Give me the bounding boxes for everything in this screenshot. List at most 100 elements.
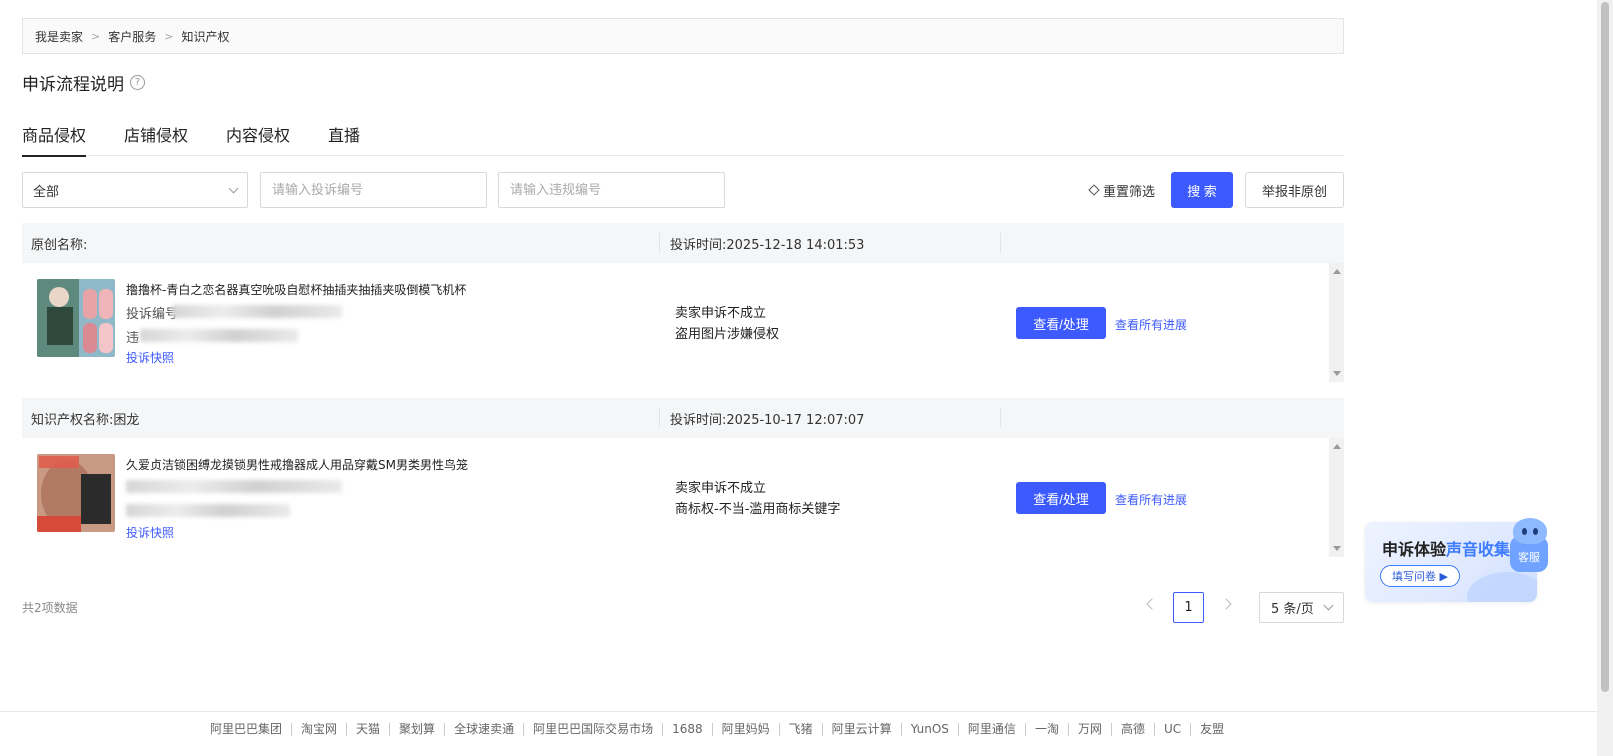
original-name: 原创名称: — [31, 237, 88, 253]
page-size-value: 5 条/页 — [1271, 602, 1314, 617]
product-thumbnail[interactable] — [37, 279, 115, 357]
page-scrollbar[interactable] — [1597, 0, 1613, 756]
survey-title-highlight: 声音收集 — [1446, 540, 1511, 559]
footer-link[interactable]: UC — [1153, 723, 1190, 736]
type-select[interactable]: 全部 — [22, 172, 248, 208]
record-scrollbar[interactable] — [1329, 438, 1344, 557]
footer-link[interactable]: 高德 — [1110, 723, 1154, 736]
footer-links: 阿里巴巴集团 淘宝网 天猫 聚划算 全球速卖通 阿里巴巴国际交易市场 1688 … — [210, 723, 1233, 736]
tab-bar: 商品侵权 店铺侵权 内容侵权 直播 — [22, 118, 1344, 157]
product-title[interactable]: 久爱贞洁锁困缚龙摸锁男性戒撸器成人用品穿戴SM男类男性鸟笼 — [126, 456, 468, 473]
reset-filter-button[interactable]: 重置筛选 — [1088, 172, 1156, 208]
scroll-up-icon[interactable] — [1333, 444, 1341, 449]
reset-filter-label: 重置筛选 — [1103, 184, 1156, 200]
robot-eye — [1533, 528, 1538, 535]
survey-title: 申诉体验声音收集 — [1382, 540, 1511, 559]
header-blank — [1000, 233, 1344, 253]
page: 我是卖家 > 客户服务 > 知识产权 申诉流程说明 ? 商品侵权 店铺侵权 内容… — [0, 0, 1613, 756]
type-select-value: 全部 — [33, 184, 60, 200]
redacted-violation-number — [140, 329, 298, 342]
chevron-down-icon — [228, 183, 239, 193]
customer-service-widget[interactable]: 客服 — [1508, 518, 1551, 574]
ip-name: 知识产权名称:困龙 — [31, 412, 140, 428]
footer-link[interactable]: YunOS — [900, 723, 958, 736]
footer-link[interactable]: 万网 — [1067, 723, 1111, 736]
footer-link[interactable]: 一淘 — [1024, 723, 1068, 736]
breadcrumb-item-seller[interactable]: 我是卖家 — [35, 28, 83, 45]
status-result: 卖家申诉不成立 — [675, 481, 767, 496]
page-size-select[interactable]: 5 条/页 — [1259, 592, 1344, 623]
complaint-snapshot-link[interactable]: 投诉快照 — [126, 524, 174, 541]
chevron-down-icon — [1323, 600, 1334, 611]
redacted-violation-number — [126, 504, 290, 517]
record-scrollbar[interactable] — [1329, 263, 1344, 382]
page-title: 申诉流程说明 ? — [22, 70, 145, 95]
view-progress-link[interactable]: 查看所有进展 — [1115, 316, 1187, 333]
complaint-time: 投诉时间:2025-10-17 12:07:07 — [659, 408, 1000, 428]
robot-eye — [1522, 528, 1527, 535]
violation-number-label: 违 — [126, 331, 140, 346]
record-header: 原创名称: 投诉时间:2025-12-18 14:01:53 — [22, 223, 1344, 263]
scroll-down-icon[interactable] — [1333, 371, 1341, 376]
robot-head-icon — [1513, 518, 1547, 544]
breadcrumb-separator: > — [164, 29, 174, 43]
redacted-complaint-number — [126, 480, 342, 493]
product-thumbnail[interactable] — [37, 454, 115, 532]
view-handle-button[interactable]: 查看/处理 — [1016, 482, 1106, 514]
total-count: 共2项数据 — [22, 601, 78, 615]
view-progress-link[interactable]: 查看所有进展 — [1115, 491, 1187, 508]
tab-store-infringement[interactable]: 店铺侵权 — [124, 118, 188, 156]
fill-survey-button[interactable]: 填写问卷 ▶ — [1380, 565, 1460, 587]
tab-live[interactable]: 直播 — [328, 118, 360, 156]
footer-link[interactable]: 阿里云计算 — [821, 723, 901, 736]
footer-link[interactable]: 天猫 — [346, 723, 389, 736]
violation-number-input[interactable] — [498, 172, 725, 208]
status-reason: 商标权-不当-滥用商标关键字 — [675, 502, 841, 517]
help-icon[interactable]: ? — [130, 75, 145, 90]
status-block: 卖家申诉不成立 商标权-不当-滥用商标关键字 — [675, 478, 840, 520]
breadcrumb-item-customer-service[interactable]: 客户服务 — [108, 28, 156, 45]
redacted-complaint-number — [172, 305, 342, 318]
page-title-text: 申诉流程说明 — [22, 75, 124, 95]
footer-link[interactable]: 聚划算 — [389, 723, 444, 736]
footer-link[interactable]: 飞猪 — [778, 723, 822, 736]
complaint-record: 知识产权名称:困龙 投诉时间:2025-10-17 12:07:07 久爱贞洁锁… — [22, 398, 1344, 557]
breadcrumb: 我是卖家 > 客户服务 > 知识产权 — [22, 18, 1344, 54]
breadcrumb-item-ip: 知识产权 — [181, 29, 230, 44]
record-body: 撸撸杯-青白之恋名器真空吮吸自慰杯抽插夹抽插夹吸倒模飞机杯 投诉编号 违 投诉快… — [22, 263, 1344, 382]
prev-page-icon[interactable] — [1146, 598, 1158, 610]
footer-link[interactable]: 全球速卖通 — [444, 723, 523, 736]
tab-product-infringement[interactable]: 商品侵权 — [22, 118, 87, 157]
scroll-down-icon[interactable] — [1333, 546, 1341, 551]
status-result: 卖家申诉不成立 — [675, 306, 767, 321]
footer-link[interactable]: 友盟 — [1190, 723, 1233, 736]
footer-link[interactable]: 阿里巴巴国际交易市场 — [523, 723, 662, 736]
decorative-bubble — [1467, 572, 1537, 602]
tab-content-infringement[interactable]: 内容侵权 — [226, 118, 290, 156]
view-handle-button[interactable]: 查看/处理 — [1016, 307, 1106, 339]
product-title[interactable]: 撸撸杯-青白之恋名器真空吮吸自慰杯抽插夹抽插夹吸倒模飞机杯 — [126, 281, 466, 298]
footer-link[interactable]: 阿里巴巴集团 — [210, 723, 291, 736]
footer: 阿里巴巴集团 淘宝网 天猫 聚划算 全球速卖通 阿里巴巴国际交易市场 1688 … — [0, 711, 1597, 756]
complaint-snapshot-link[interactable]: 投诉快照 — [126, 349, 174, 366]
next-page-icon[interactable] — [1220, 598, 1232, 610]
footer-link[interactable]: 1688 — [662, 723, 712, 736]
report-non-original-button[interactable]: 举报非原创 — [1245, 172, 1344, 208]
complaint-number-input[interactable] — [260, 172, 487, 208]
search-button[interactable]: 搜 索 — [1171, 172, 1233, 208]
header-blank — [1000, 408, 1344, 428]
complaint-number-label: 投诉编号 — [126, 307, 179, 322]
eraser-icon — [1088, 184, 1100, 196]
record-header: 知识产权名称:困龙 投诉时间:2025-10-17 12:07:07 — [22, 398, 1344, 438]
status-reason: 盗用图片涉嫌侵权 — [675, 327, 780, 342]
footer-link[interactable]: 阿里通信 — [957, 723, 1025, 736]
status-block: 卖家申诉不成立 盗用图片涉嫌侵权 — [675, 303, 779, 345]
complaint-time: 投诉时间:2025-12-18 14:01:53 — [659, 233, 1000, 253]
scroll-up-icon[interactable] — [1333, 269, 1341, 274]
footer-link[interactable]: 阿里妈妈 — [711, 723, 779, 736]
page-number[interactable]: 1 — [1173, 592, 1204, 623]
page-scrollbar-thumb[interactable] — [1601, 2, 1609, 692]
record-body: 久爱贞洁锁困缚龙摸锁男性戒撸器成人用品穿戴SM男类男性鸟笼 投诉快照 卖家申诉不… — [22, 438, 1344, 557]
breadcrumb-separator: > — [91, 29, 101, 43]
footer-link[interactable]: 淘宝网 — [291, 723, 346, 736]
